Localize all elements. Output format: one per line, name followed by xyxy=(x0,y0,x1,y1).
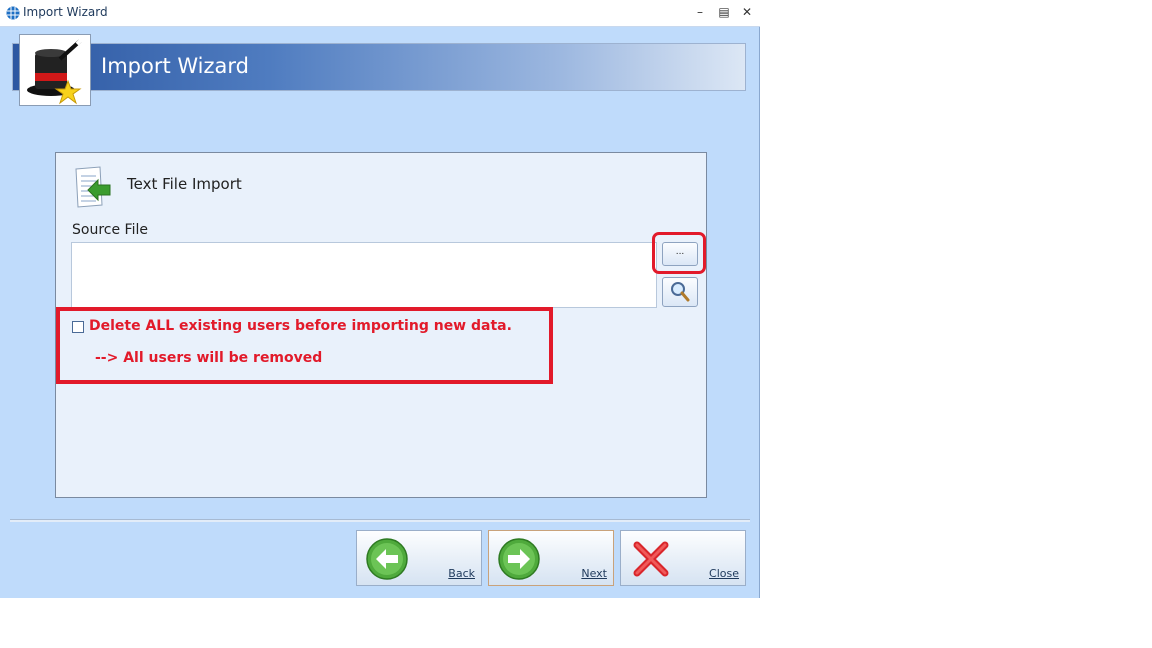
text-file-import-icon xyxy=(75,166,111,208)
app-icon xyxy=(6,6,20,20)
close-x-icon xyxy=(633,541,669,577)
magic-hat-icon xyxy=(27,38,83,105)
source-file-label: Source File xyxy=(72,222,148,238)
delete-users-note: --> All users will be removed xyxy=(95,350,323,366)
minimize-button[interactable]: – xyxy=(690,3,710,21)
next-label: Next xyxy=(581,567,607,580)
browse-button[interactable]: ... xyxy=(662,242,698,266)
close-button[interactable]: Close xyxy=(620,530,746,586)
delete-users-checkbox[interactable] xyxy=(72,321,84,333)
header-banner: Import Wizard xyxy=(12,43,746,91)
preview-file-button[interactable] xyxy=(662,277,698,307)
section-title: Text File Import xyxy=(127,175,242,193)
close-label: Close xyxy=(709,567,739,580)
delete-users-label: Delete ALL existing users before importi… xyxy=(89,318,512,334)
back-arrow-icon xyxy=(366,538,408,580)
back-button[interactable]: Back xyxy=(356,530,482,586)
header-title: Import Wizard xyxy=(101,54,249,78)
maximize-button[interactable]: ▤ xyxy=(714,3,734,21)
footer-separator xyxy=(10,519,750,522)
close-window-button[interactable]: ✕ xyxy=(737,3,757,21)
import-wizard-window: Import Wizard – ▤ ✕ Import Wizard Text F… xyxy=(0,0,760,598)
import-panel: Text File Import Source File ... Delete … xyxy=(55,152,707,498)
title-bar: Import Wizard – ▤ ✕ xyxy=(0,0,760,27)
wizard-logo xyxy=(19,34,91,106)
next-button[interactable]: Next xyxy=(488,530,614,586)
window-title: Import Wizard xyxy=(23,5,108,19)
next-arrow-icon xyxy=(498,538,540,580)
source-file-input[interactable] xyxy=(71,242,657,308)
back-label: Back xyxy=(448,567,475,580)
magnifier-icon xyxy=(671,282,690,302)
